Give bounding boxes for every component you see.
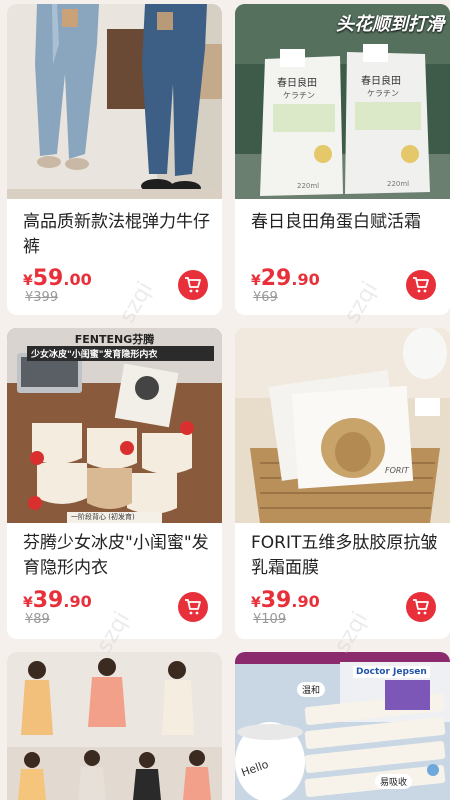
cart-icon bbox=[413, 599, 429, 615]
original-price: ¥89 bbox=[25, 612, 50, 627]
image-headline-text: 少女冰皮"小闺蜜"发育隐形内衣 bbox=[27, 346, 214, 361]
product-title[interactable]: 高品质新款法棍弹力牛仔裤 bbox=[23, 210, 210, 260]
product-title[interactable]: 芬腾少女冰皮"小闺蜜"发育隐形内衣 bbox=[23, 531, 210, 581]
product-image-jeans[interactable] bbox=[7, 4, 222, 199]
price-integer: 29 bbox=[260, 266, 292, 291]
product-price: ¥39.90 bbox=[23, 588, 92, 613]
currency-symbol: ¥ bbox=[23, 595, 33, 611]
price-integer: 39 bbox=[260, 588, 292, 613]
package-brand-2: 春日良田 bbox=[361, 76, 401, 87]
price-decimal: .00 bbox=[63, 270, 92, 289]
product-image-face-mask[interactable]: FORIT bbox=[235, 328, 450, 523]
product-card-loungewear[interactable] bbox=[7, 652, 222, 800]
product-title[interactable]: 春日良田角蛋白赋活霜 bbox=[251, 210, 438, 235]
price-integer: 59 bbox=[32, 266, 64, 291]
original-price: ¥399 bbox=[25, 290, 58, 305]
price-decimal: .90 bbox=[291, 592, 320, 611]
price-decimal: .90 bbox=[291, 270, 320, 289]
loungewear-photo bbox=[7, 652, 222, 800]
currency-symbol: ¥ bbox=[251, 595, 261, 611]
cart-icon bbox=[185, 599, 201, 615]
product-image-skincare[interactable]: Doctor Jepsen 温和 易吸收 Hello bbox=[235, 652, 450, 800]
currency-symbol: ¥ bbox=[23, 273, 33, 289]
product-card-underwear[interactable]: FENTENG芬腾 少女冰皮"小闺蜜"发育隐形内衣 一阶段背心 (初发育) 芬腾… bbox=[7, 328, 222, 639]
old-price-value: 109 bbox=[261, 612, 287, 627]
old-price-value: 399 bbox=[33, 290, 59, 305]
image-tag-absorb: 易吸收 bbox=[375, 774, 413, 789]
add-to-cart-button[interactable] bbox=[406, 592, 436, 622]
product-card-jeans[interactable]: 高品质新款法棍弹力牛仔裤 ¥59.00 ¥399 bbox=[7, 4, 222, 315]
original-price: ¥109 bbox=[253, 612, 286, 627]
product-grid: 高品质新款法棍弹力牛仔裤 ¥59.00 ¥399 头花顺到打滑 春日良田 春日良… bbox=[0, 0, 450, 800]
original-price: ¥69 bbox=[253, 290, 278, 305]
product-title[interactable]: FORIT五维多肽胶原抗皱乳霜面膜 bbox=[251, 531, 438, 581]
package-text-2: ケラチン bbox=[367, 89, 399, 98]
product-image-loungewear[interactable] bbox=[7, 652, 222, 800]
old-price-value: 69 bbox=[261, 290, 278, 305]
package-volume-2: 220ml bbox=[387, 180, 410, 188]
package-brand: 春日良田 bbox=[277, 78, 317, 89]
image-brand-text: FENTENG芬腾 bbox=[74, 333, 155, 346]
product-price: ¥29.90 bbox=[251, 266, 320, 291]
package-text: ケラチン bbox=[283, 91, 315, 100]
product-price: ¥59.00 bbox=[23, 266, 92, 291]
image-footer-text: 一阶段背心 (初发育) bbox=[71, 513, 135, 521]
jeans-photo bbox=[7, 4, 222, 199]
package-volume: 220ml bbox=[297, 182, 320, 190]
add-to-cart-button[interactable] bbox=[178, 592, 208, 622]
product-card-skincare[interactable]: Doctor Jepsen 温和 易吸收 Hello bbox=[235, 652, 450, 800]
old-price-value: 89 bbox=[33, 612, 50, 627]
add-to-cart-button[interactable] bbox=[406, 270, 436, 300]
product-card-face-mask[interactable]: FORIT FORIT五维多肽胶原抗皱乳霜面膜 ¥39.90 ¥109 bbox=[235, 328, 450, 639]
face-mask-photo bbox=[235, 328, 450, 523]
price-decimal: .90 bbox=[63, 592, 92, 611]
product-image-underwear[interactable]: FENTENG芬腾 少女冰皮"小闺蜜"发育隐形内衣 一阶段背心 (初发育) bbox=[7, 328, 222, 523]
cart-icon bbox=[185, 277, 201, 293]
image-brand-text: FORIT bbox=[385, 466, 409, 475]
product-card-hair-cream[interactable]: 头花顺到打滑 春日良田 春日良田 ケラチン ケラチン 220ml 220ml 春… bbox=[235, 4, 450, 315]
product-price: ¥39.90 bbox=[251, 588, 320, 613]
price-integer: 39 bbox=[32, 588, 64, 613]
currency-symbol: ¥ bbox=[251, 273, 261, 289]
image-banner-text: 头花顺到打滑 bbox=[336, 14, 444, 35]
cart-icon bbox=[413, 277, 429, 293]
image-brand-text: Doctor Jepsen bbox=[353, 666, 430, 678]
add-to-cart-button[interactable] bbox=[178, 270, 208, 300]
image-tag-gentle: 温和 bbox=[297, 682, 326, 697]
product-image-hair-cream[interactable]: 头花顺到打滑 春日良田 春日良田 ケラチン ケラチン 220ml 220ml bbox=[235, 4, 450, 199]
